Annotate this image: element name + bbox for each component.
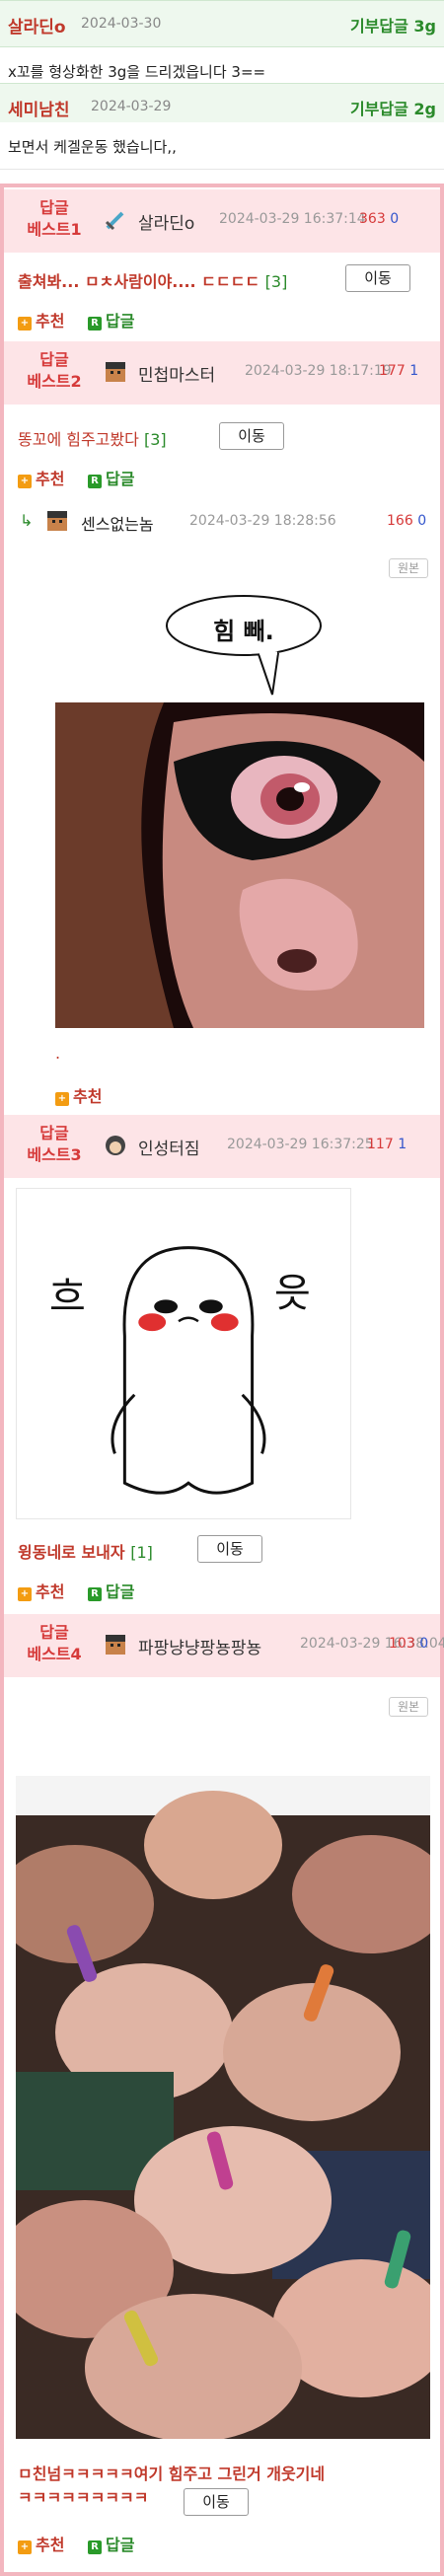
best-rank-label: 답글 베스트3 [27, 1124, 82, 1164]
best-title[interactable]: ㅁ친넘ㅋㅋㅋㅋㅋ여기 힘주고 그린거 개웃기네 ㅋㅋㅋㅋㅋㅋㅋㅋㅋ [18, 2463, 343, 2510]
sword-icon [105, 211, 124, 231]
vote-counts[interactable]: 177 1 [379, 363, 418, 379]
image-text-right: 읏 [274, 1271, 311, 1316]
best-rank-label: 답글 베스트2 [27, 350, 82, 391]
reply-arrow-icon: ↳ [20, 511, 34, 530]
bubble-text: 힘 빼. [213, 618, 274, 645]
action-row: + 추천 R 답글 [18, 2532, 134, 2555]
best-user[interactable]: 살라딘o [138, 209, 194, 234]
action-row: + 추천 R 답글 [18, 1579, 134, 1602]
donation-label: 기부답글 3g [349, 17, 436, 36]
action-row: + 추천 R 답글 [18, 466, 134, 489]
recommend-button[interactable]: + 추천 [18, 312, 64, 331]
speech-bubble [166, 595, 322, 696]
vote-counts[interactable]: 103 0 [389, 1636, 428, 1652]
best-user[interactable]: 파팡냥냥팡뇽팡뇽 [138, 1634, 261, 1658]
best-reply-header-2: 답글 베스트2 민첩마스터 2024-03-29 18:17:19 177 1 [4, 341, 440, 405]
image-text-left: 흐 [49, 1275, 86, 1320]
avatar-icon [106, 1136, 125, 1155]
donation-date: 2024-03-30 [81, 16, 162, 32]
donation-user[interactable]: 살라딘o [8, 13, 66, 37]
best-date: 2024-03-29 16:37:14 [219, 211, 366, 227]
best-date: 2024-03-29 16:37:25 [227, 1137, 374, 1152]
reply-button[interactable]: R 답글 [88, 2536, 134, 2554]
recommend-button[interactable]: + 추천 [18, 2536, 64, 2554]
best-user[interactable]: 민첩마스터 [138, 361, 215, 386]
blob-character-image[interactable] [16, 1188, 351, 1519]
best-rank-label: 답글 베스트1 [27, 198, 82, 239]
donation-label: 기부답글 2g [349, 100, 436, 118]
action-row: + 추천 [55, 1083, 102, 1107]
move-button[interactable]: 이동 [197, 1535, 262, 1563]
donation-body-2: 보면서 케겔운동 했습니다,, [0, 122, 444, 170]
avatar-icon [106, 362, 125, 382]
action-row: + 추천 R 답글 [18, 308, 134, 331]
recommend-button[interactable]: + 추천 [18, 1582, 64, 1601]
original-image-button[interactable]: 원본 [389, 1697, 428, 1717]
best-rank-label: 답글 베스트4 [27, 1623, 82, 1663]
donation-text: 보면서 케겔운동 했습니다,, [8, 138, 177, 156]
avatar-icon [106, 1635, 125, 1655]
original-image-button[interactable]: 원본 [389, 558, 428, 578]
avatar-icon [47, 511, 67, 531]
best-title[interactable]: 윙동네로 보내자 [1] [18, 1539, 153, 1563]
recommend-button[interactable]: + 추천 [18, 470, 64, 488]
manga-crowd-image[interactable] [16, 1776, 430, 2439]
recommend-button[interactable]: + 추천 [55, 1087, 102, 1106]
best-title[interactable]: 출쳐봐... ㅁㅊ사람이야.... ㄷㄷㄷㄷ [3] [18, 268, 287, 292]
nested-reply-header: ↳ 센스없는놈 2024-03-29 18:28:56 166 0 [20, 511, 426, 534]
reply-button[interactable]: R 답글 [88, 1582, 134, 1601]
donation-user[interactable]: 세미남친 [8, 96, 70, 120]
move-button[interactable]: 이동 [345, 264, 410, 292]
nested-user[interactable]: 센스없는놈 [81, 511, 154, 535]
vote-counts[interactable]: 166 0 [387, 513, 426, 529]
reply-button[interactable]: R 답글 [88, 470, 134, 488]
donation-header-1: 살라딘o 2024-03-30 기부답글 3g [0, 0, 444, 47]
best-reply-header-1: 답글 베스트1 살라딘o 2024-03-29 16:37:14 363 0 [4, 189, 440, 253]
move-button[interactable]: 이동 [219, 422, 284, 450]
manga-face-image[interactable] [55, 702, 424, 1028]
best-user[interactable]: 인성터짐 [138, 1135, 200, 1159]
best-reply-header-3: 답글 베스트3 인성터짐 2024-03-29 16:37:25 117 1 [4, 1115, 440, 1178]
best-reply-header-4: 답글 베스트4 파팡냥냥팡뇽팡뇽 2024-03-29 16:38:04 103… [4, 1614, 444, 1677]
reply-button[interactable]: R 답글 [88, 312, 134, 331]
donation-date: 2024-03-29 [91, 99, 172, 114]
best-title[interactable]: 똥꼬에 힘주고봤다 [3] [18, 426, 167, 450]
move-button[interactable]: 이동 [184, 2488, 249, 2516]
nested-date: 2024-03-29 18:28:56 [189, 513, 336, 529]
donation-text: x꼬를 형상화한 3g을 드리겠읍니다 3== [8, 63, 266, 81]
vote-counts[interactable]: 363 0 [359, 211, 399, 227]
best-date: 2024-03-29 18:17:19 [245, 363, 392, 379]
reply-dot-text: . [55, 1044, 61, 1063]
vote-counts[interactable]: 117 1 [367, 1137, 407, 1152]
